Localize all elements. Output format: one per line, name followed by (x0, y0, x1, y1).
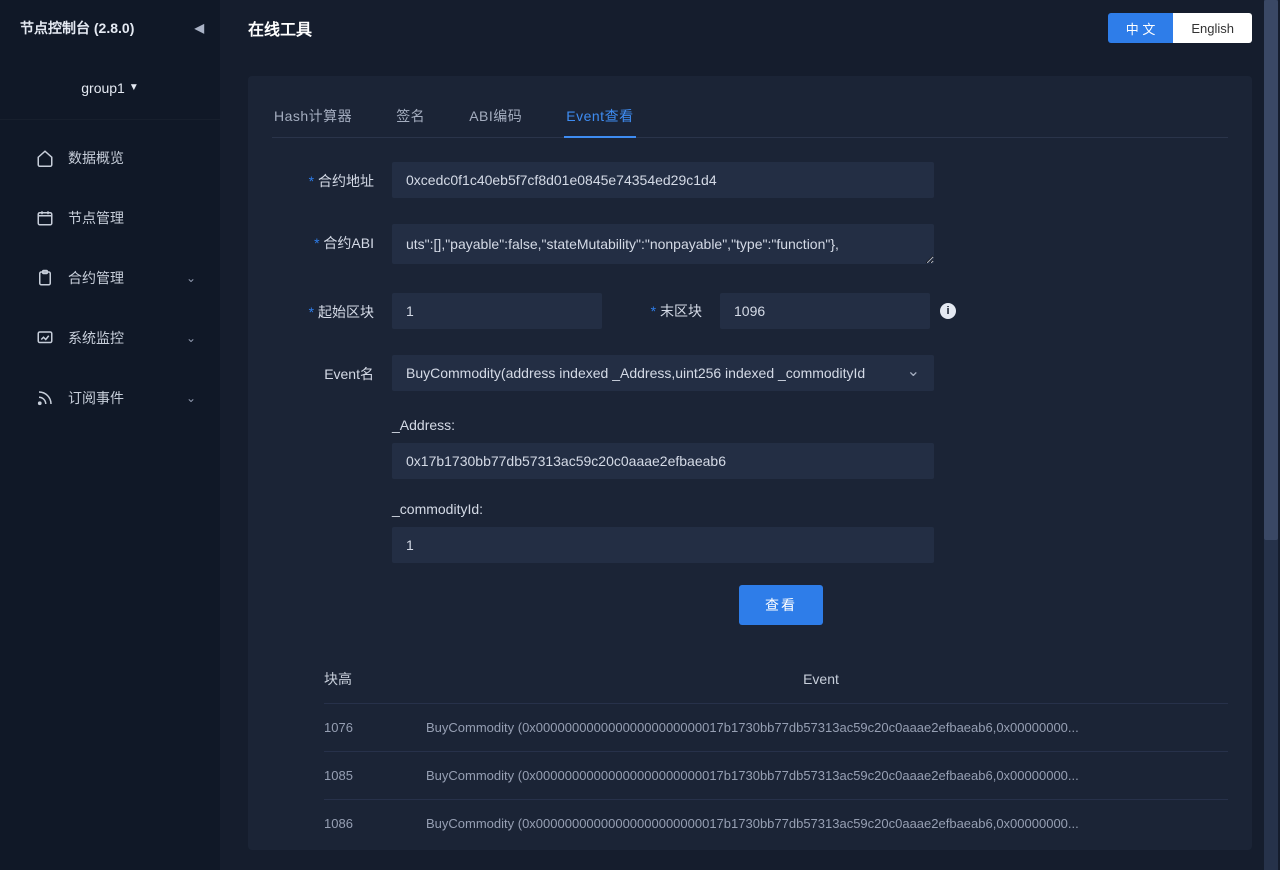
brand-header: 节点控制台 (2.8.0) ◀ (0, 0, 220, 56)
nav-label: 合约管理 (68, 268, 124, 288)
table-row[interactable]: 1085 BuyCommodity (0x0000000000000000000… (324, 751, 1228, 799)
chevron-down-icon: ⌄ (186, 391, 196, 405)
language-switch: 中 文 English (1108, 13, 1252, 43)
clipboard-icon (36, 269, 54, 287)
nav-label: 数据概览 (68, 148, 124, 168)
calendar-icon (36, 209, 54, 227)
submit-button[interactable]: 查看 (739, 585, 823, 625)
nav-label: 系统监控 (68, 328, 124, 348)
param-address-input[interactable] (392, 443, 934, 479)
tabs: Hash计算器 签名 ABI编码 Event查看 (272, 76, 1228, 138)
card: Hash计算器 签名 ABI编码 Event查看 合约地址 合约ABI uts"… (248, 76, 1252, 850)
home-icon (36, 149, 54, 167)
nav-item-contracts[interactable]: 合约管理 ⌄ (0, 248, 220, 308)
contract-abi-label: 合约ABI (272, 224, 392, 253)
nav-label: 订阅事件 (68, 388, 124, 408)
param-commodity-input[interactable] (392, 527, 934, 563)
contract-address-input[interactable] (392, 162, 934, 198)
rss-icon (36, 389, 54, 407)
contract-address-label: 合约地址 (272, 162, 392, 191)
end-block-label: 末区块 (602, 301, 720, 321)
param-commodity-label: _commodityId: (392, 501, 1228, 517)
cell-block: 1086 (324, 816, 414, 831)
nav: 数据概览 节点管理 合约管理 ⌄ 系统监控 ⌄ (0, 120, 220, 428)
results-table: 块高 Event 1076 BuyCommodity (0x0000000000… (324, 655, 1228, 847)
cell-block: 1076 (324, 720, 414, 735)
table-row[interactable]: 1076 BuyCommodity (0x0000000000000000000… (324, 703, 1228, 751)
event-form: 合约地址 合约ABI uts":[],"payable":false,"stat… (272, 138, 1228, 847)
nav-item-subscribe[interactable]: 订阅事件 ⌄ (0, 368, 220, 428)
tab-sign[interactable]: 签名 (394, 96, 427, 138)
scrollbar-thumb[interactable] (1264, 0, 1278, 540)
event-name-select[interactable]: BuyCommodity(address indexed _Address,ui… (392, 355, 934, 391)
tab-hash[interactable]: Hash计算器 (272, 96, 354, 138)
param-address-label: _Address: (392, 417, 1228, 433)
table-row[interactable]: 1086 BuyCommodity (0x0000000000000000000… (324, 799, 1228, 847)
info-icon[interactable]: i (940, 303, 956, 319)
tab-abi[interactable]: ABI编码 (467, 96, 524, 138)
table-header: 块高 Event (324, 655, 1228, 703)
brand-title: 节点控制台 (2.8.0) (20, 18, 134, 38)
nav-item-nodes[interactable]: 节点管理 (0, 188, 220, 248)
chevron-down-icon: ⌄ (186, 331, 196, 345)
chevron-down-icon: ⌄ (186, 271, 196, 285)
lang-en-button[interactable]: English (1173, 13, 1252, 43)
start-block-label: 起始区块 (272, 293, 392, 322)
main: 在线工具 中 文 English Hash计算器 签名 ABI编码 Event查… (220, 0, 1280, 870)
cell-block: 1085 (324, 768, 414, 783)
cell-event: BuyCommodity (0x000000000000000000000000… (414, 816, 1228, 831)
start-block-input[interactable] (392, 293, 602, 329)
monitor-icon (36, 329, 54, 347)
end-block-input[interactable] (720, 293, 930, 329)
lang-zh-button[interactable]: 中 文 (1108, 13, 1174, 43)
topbar: 在线工具 中 文 English (220, 0, 1280, 56)
group-name: group1 (81, 80, 125, 96)
cell-event: BuyCommodity (0x000000000000000000000000… (414, 720, 1228, 735)
event-name-label: Event名 (272, 355, 392, 384)
cell-event: BuyCommodity (0x000000000000000000000000… (414, 768, 1228, 783)
tab-event[interactable]: Event查看 (564, 96, 635, 138)
col-block-header: 块高 (324, 669, 414, 689)
caret-down-icon: ▼ (129, 82, 139, 93)
col-event-header: Event (414, 671, 1228, 687)
sidebar: 节点控制台 (2.8.0) ◀ group1 ▼ 数据概览 节点管理 (0, 0, 220, 870)
nav-item-monitor[interactable]: 系统监控 ⌄ (0, 308, 220, 368)
contract-abi-textarea[interactable]: uts":[],"payable":false,"stateMutability… (392, 224, 934, 264)
nav-label: 节点管理 (68, 208, 124, 228)
nav-item-overview[interactable]: 数据概览 (0, 128, 220, 188)
group-selector[interactable]: group1 ▼ (0, 56, 220, 120)
collapse-icon[interactable]: ◀ (195, 21, 204, 35)
page-title: 在线工具 (248, 16, 312, 40)
